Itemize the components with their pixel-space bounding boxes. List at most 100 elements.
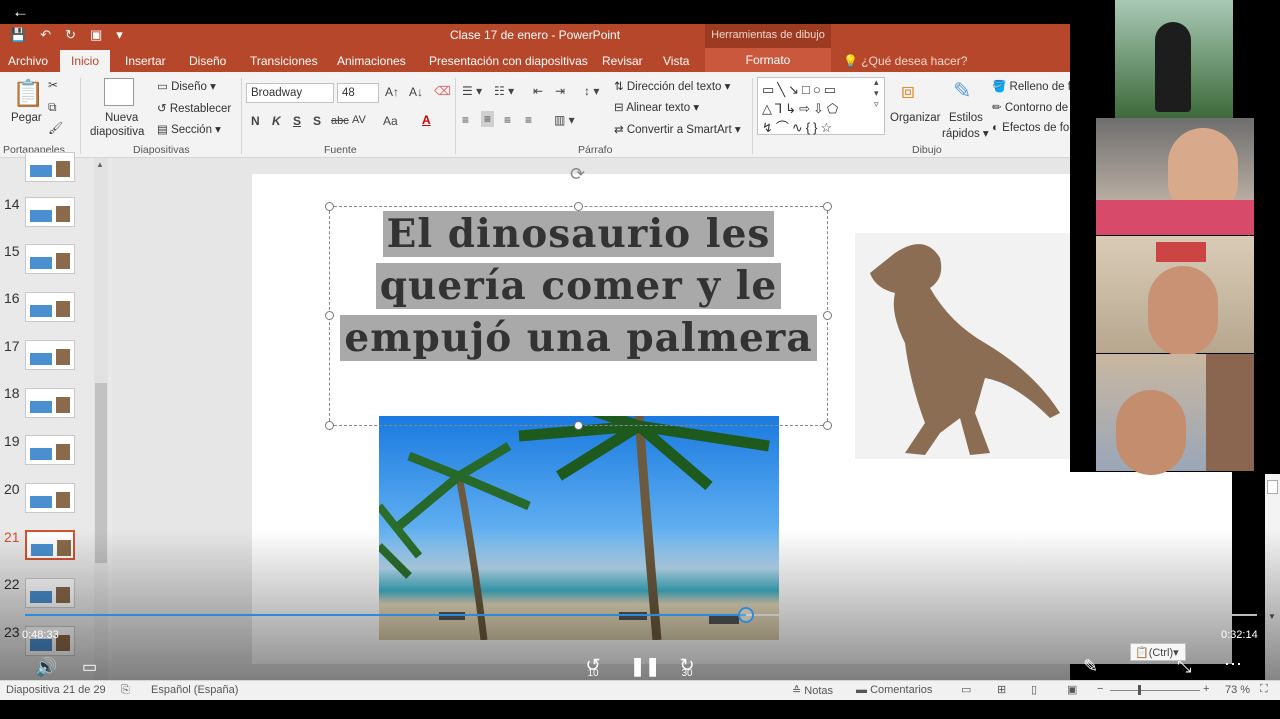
- resize-handle[interactable]: [823, 311, 832, 320]
- format-painter-icon[interactable]: 🖌: [48, 121, 63, 135]
- arrange-icon[interactable]: ⧈: [901, 78, 915, 104]
- text-direction-button[interactable]: ⇅ Dirección del texto ▾: [614, 79, 730, 93]
- shape-fill-button[interactable]: 🪣 Relleno de fo: [992, 79, 1077, 93]
- pause-icon[interactable]: ❚❚: [630, 656, 660, 677]
- slide-thumbnail[interactable]: [25, 197, 75, 227]
- resize-handle[interactable]: [574, 421, 583, 430]
- gallery-scroll-icon[interactable]: ▴ ▾ ▿: [874, 77, 879, 110]
- rewind-button[interactable]: ↺ 10: [580, 655, 606, 679]
- tab-review[interactable]: Revisar: [602, 54, 643, 68]
- comments-button[interactable]: ▬ Comentarios: [856, 684, 932, 696]
- quick-styles-icon[interactable]: ✎: [953, 78, 971, 104]
- resize-handle[interactable]: [325, 311, 334, 320]
- tab-format[interactable]: Formato: [705, 48, 831, 72]
- slide-thumbnail[interactable]: [25, 152, 75, 182]
- volume-icon[interactable]: 🔊: [35, 657, 57, 678]
- font-size-select[interactable]: 48: [337, 83, 379, 103]
- new-slide-icon[interactable]: [104, 78, 134, 106]
- strikethrough-button[interactable]: abc: [331, 115, 349, 127]
- paste-button[interactable]: Pegar: [11, 112, 42, 124]
- slide-thumbnail[interactable]: [25, 483, 75, 513]
- align-left-icon[interactable]: ≡: [462, 113, 469, 127]
- tab-transitions[interactable]: Transiciones: [250, 54, 318, 68]
- tell-me-search[interactable]: 💡 ¿Qué desea hacer?: [843, 54, 967, 68]
- slide-thumbnail[interactable]: [25, 388, 75, 418]
- rotate-handle-icon[interactable]: ⟳: [570, 164, 585, 185]
- paste-options-button[interactable]: 📋(Ctrl)▾: [1130, 643, 1186, 661]
- new-slide-button-line2[interactable]: diapositiva: [90, 126, 144, 138]
- tab-file[interactable]: Archivo: [8, 54, 48, 68]
- line-spacing-icon[interactable]: ↕ ▾: [584, 84, 599, 98]
- zoom-slider-thumb[interactable]: [1138, 685, 1141, 695]
- t-rex-image[interactable]: [855, 233, 1070, 459]
- forward-button[interactable]: ↻ 30: [674, 655, 700, 679]
- align-center-icon[interactable]: ≡: [481, 111, 495, 127]
- shape-outline-button[interactable]: ✏ Contorno de: [992, 100, 1068, 114]
- columns-icon[interactable]: ▥ ▾: [554, 113, 575, 127]
- slide-thumbnail[interactable]: [25, 244, 75, 274]
- reset-button[interactable]: ↺ Restablecer: [157, 101, 231, 115]
- shape-effects-button[interactable]: ◐ Efectos de fo: [992, 122, 1069, 134]
- quick-styles-button-line2[interactable]: rápidos ▾: [942, 126, 989, 140]
- more-options-icon[interactable]: ⋯: [1224, 654, 1242, 675]
- zoom-slider[interactable]: [1110, 690, 1200, 691]
- paste-icon[interactable]: 📋: [12, 78, 44, 109]
- sorter-view-icon[interactable]: ⊞: [997, 683, 1006, 696]
- zoom-out-icon[interactable]: −: [1097, 683, 1103, 695]
- clear-format-icon[interactable]: ⌫: [434, 84, 451, 98]
- layout-button[interactable]: ▭ Diseño ▾: [157, 79, 216, 93]
- underline-button[interactable]: S: [293, 114, 301, 128]
- pen-icon[interactable]: ✎: [1083, 656, 1098, 677]
- increase-font-icon[interactable]: A↑: [385, 85, 399, 99]
- captions-icon[interactable]: ▭: [82, 657, 97, 677]
- participant-video[interactable]: [1096, 354, 1254, 475]
- reading-view-icon[interactable]: ▯: [1031, 683, 1037, 696]
- progress-knob[interactable]: [738, 607, 754, 623]
- align-text-button[interactable]: ⊟ Alinear texto ▾: [614, 100, 699, 114]
- participant-video[interactable]: [1115, 0, 1233, 118]
- slide-thumbnail[interactable]: [25, 435, 75, 465]
- decrease-font-icon[interactable]: A↓: [409, 85, 423, 99]
- shapes-gallery[interactable]: ▭╲↘□○▭ △⅂↳⇨⇩⬠ ↯⌒∿{}☆: [757, 77, 885, 135]
- section-button[interactable]: ▤ Sección ▾: [157, 122, 221, 136]
- justify-icon[interactable]: ≡: [525, 113, 532, 127]
- slideshow-view-icon[interactable]: ▣: [1067, 683, 1077, 696]
- zoom-in-icon[interactable]: +: [1203, 683, 1209, 695]
- bullets-icon[interactable]: ☰ ▾: [462, 84, 482, 98]
- scrollbar-thumb[interactable]: [1267, 480, 1278, 494]
- language-indicator[interactable]: Español (España): [151, 684, 238, 696]
- increase-indent-icon[interactable]: ⇥: [555, 84, 565, 98]
- notes-button[interactable]: ≙ Notas: [792, 684, 833, 697]
- tab-animations[interactable]: Animaciones: [337, 54, 406, 68]
- char-spacing-button[interactable]: AV: [352, 114, 366, 126]
- numbering-icon[interactable]: ☷ ▾: [494, 84, 514, 98]
- resize-handle[interactable]: [325, 202, 334, 211]
- participant-video[interactable]: [1096, 118, 1254, 235]
- spellcheck-icon[interactable]: ⎘: [121, 684, 130, 697]
- align-right-icon[interactable]: ≡: [504, 113, 511, 127]
- italic-button[interactable]: K: [272, 114, 281, 128]
- smartart-button[interactable]: ⇄ Convertir a SmartArt ▾: [614, 122, 741, 136]
- tab-design[interactable]: Diseño: [189, 54, 226, 68]
- tab-home[interactable]: Inicio: [60, 50, 110, 72]
- cut-icon[interactable]: ✂: [48, 78, 58, 92]
- resize-handle[interactable]: [325, 421, 334, 430]
- back-arrow-icon[interactable]: ←: [12, 2, 29, 22]
- quick-styles-button[interactable]: Estilos: [949, 112, 983, 124]
- new-slide-button[interactable]: Nueva: [105, 112, 138, 124]
- resize-handle[interactable]: [823, 421, 832, 430]
- slide-thumbnail[interactable]: [25, 292, 75, 322]
- normal-view-icon[interactable]: ▭: [961, 683, 971, 696]
- resize-handle[interactable]: [823, 202, 832, 211]
- decrease-indent-icon[interactable]: ⇤: [533, 84, 543, 98]
- zoom-level[interactable]: 73 %: [1225, 684, 1250, 696]
- font-name-select[interactable]: Broadway: [246, 83, 334, 103]
- participant-video[interactable]: [1096, 236, 1254, 356]
- tab-view[interactable]: Vista: [663, 54, 689, 68]
- fit-slide-icon[interactable]: ⛶: [1260, 683, 1268, 696]
- font-color-button[interactable]: A: [422, 113, 431, 127]
- shadow-button[interactable]: S: [313, 114, 321, 128]
- tab-slideshow[interactable]: Presentación con diapositivas: [429, 54, 588, 68]
- resize-handle[interactable]: [574, 202, 583, 211]
- copy-icon[interactable]: ⧉: [48, 100, 57, 115]
